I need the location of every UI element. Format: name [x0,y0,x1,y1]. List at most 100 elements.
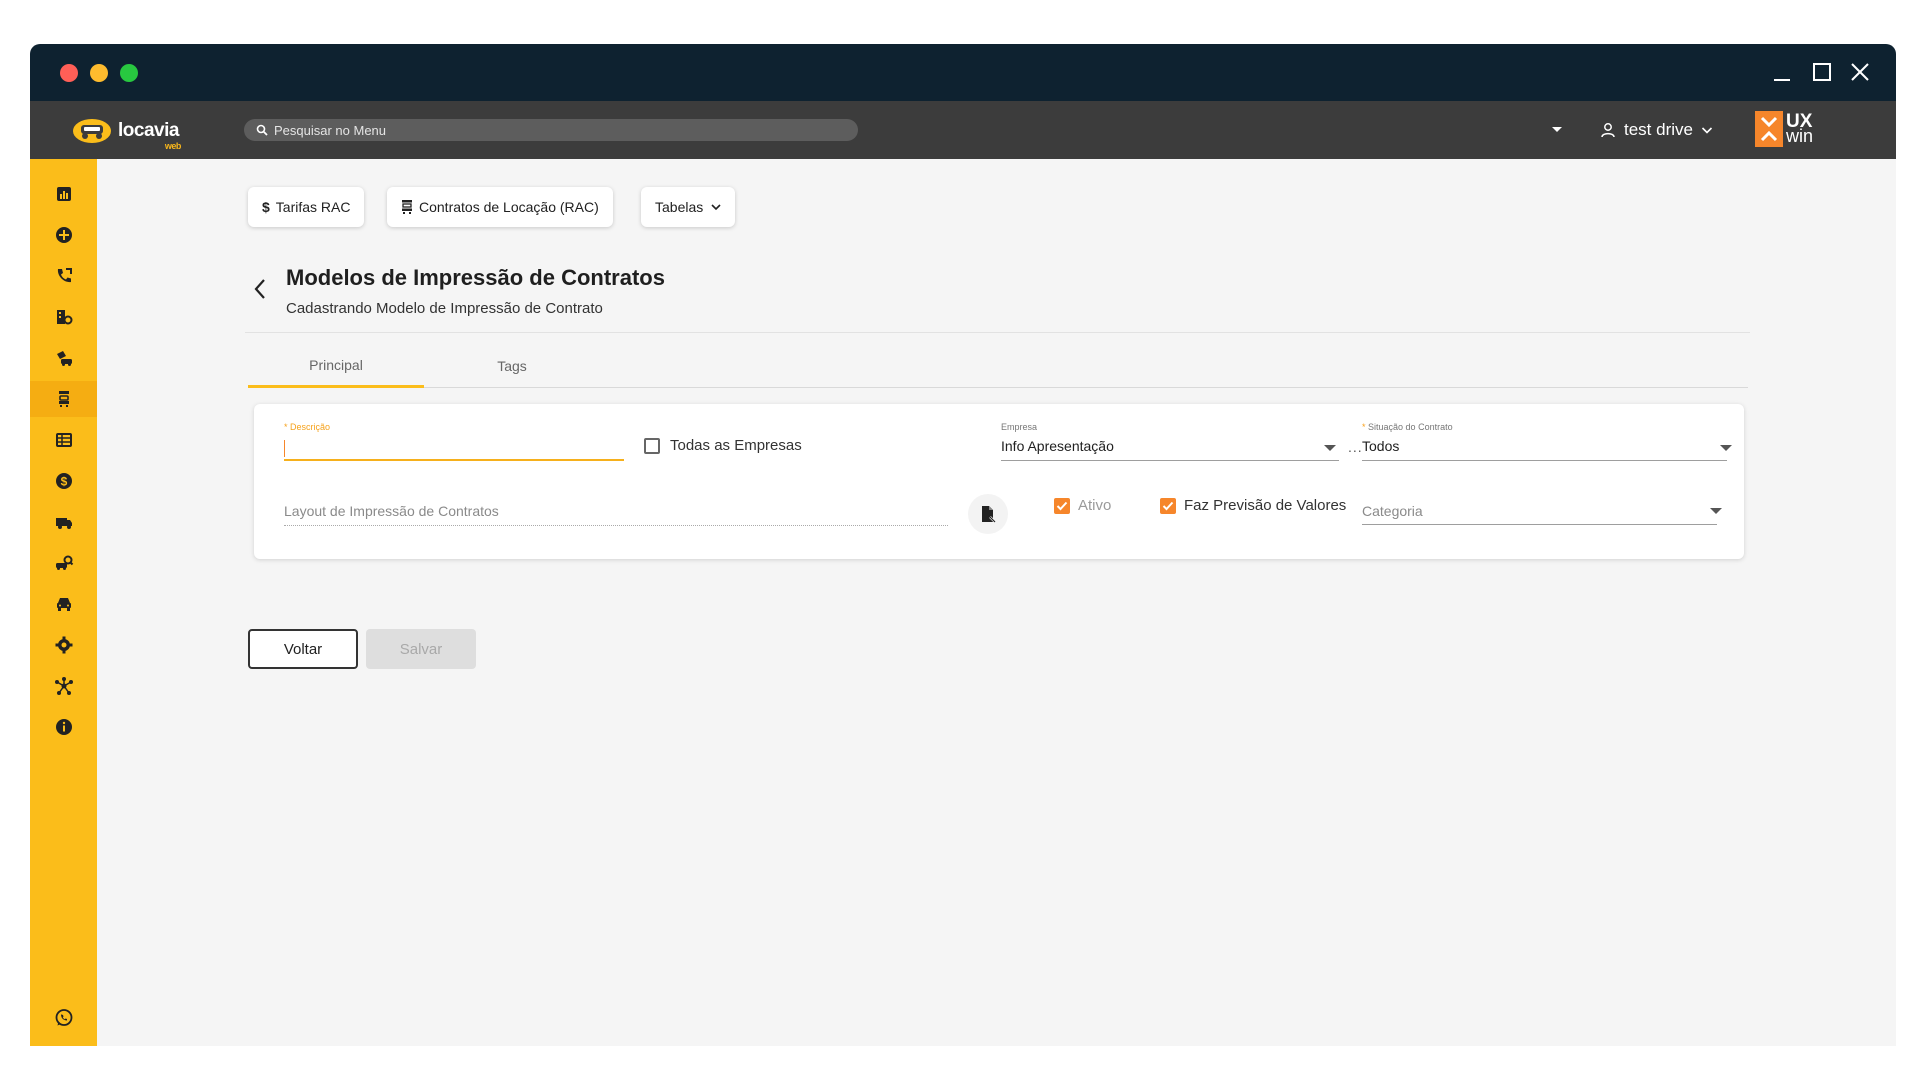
dollar-icon: $ [262,199,270,215]
page-subtitle: Cadastrando Modelo de Impressão de Contr… [286,300,603,317]
dollar-icon: $ [55,473,72,489]
close-icon[interactable] [1846,58,1874,86]
sidebar-item-integrations[interactable] [30,668,97,704]
ativo-checkbox[interactable] [1054,498,1070,514]
categoria-dropdown-icon[interactable] [1710,508,1722,514]
todas-empresas-label: Todas as Empresas [670,437,802,454]
uxwin-brand: UX win [1755,111,1813,147]
shortcut-label: Tarifas RAC [275,199,351,215]
tab-tags[interactable]: Tags [424,344,600,388]
app-window: locavia web Pesquisar no Menu test drive … [30,44,1896,1046]
sidebar-item-dashboard[interactable] [30,176,97,212]
sidebar-item-tables[interactable] [30,422,97,458]
sidebar-item-settings[interactable] [30,627,97,663]
voltar-button[interactable]: Voltar [248,629,358,669]
empresa-select[interactable] [1001,460,1339,461]
back-arrow-icon[interactable] [252,277,268,301]
shortcut-tarifas-rac[interactable]: $ Tarifas RAC [248,187,365,227]
sidebar-item-add[interactable] [30,217,97,253]
empresa-more-button[interactable]: ... [1348,439,1363,455]
required-mark: * [1362,422,1366,432]
layout-input[interactable] [284,525,948,526]
window-titlebar [30,44,1896,101]
tab-principal[interactable]: Principal [248,344,424,388]
info-icon [55,719,72,735]
close-window-dot[interactable] [60,64,78,82]
situacao-dropdown-icon[interactable] [1720,445,1732,451]
sidebar-item-whatsapp[interactable] [30,1000,97,1036]
shortcut-contratos-rac[interactable]: Contratos de Locação (RAC) [387,187,613,227]
salvar-label: Salvar [399,640,443,658]
header-dropdown-icon[interactable] [1550,123,1564,135]
sidebar-item-vehicle-search[interactable] [30,545,97,581]
network-icon [54,677,73,695]
car-search-icon [55,555,73,570]
logo-text: locavia [118,120,179,141]
shortcut-label: Tabelas [655,199,704,215]
situacao-label: Situação do Contrato [1368,422,1453,432]
sidebar-item-finance[interactable]: $ [30,463,97,499]
search-icon [256,124,268,136]
sidebar-item-rentals[interactable] [30,340,97,376]
maximize-window-dot[interactable] [120,64,138,82]
descricao-input[interactable] [284,459,624,461]
tab-label: Tags [497,358,527,374]
page-title: Modelos de Impressão de Contratos [286,265,665,290]
chart-icon [56,187,71,201]
shortcut-tabelas-dropdown[interactable]: Tabelas [641,187,736,227]
situacao-select[interactable] [1362,460,1727,461]
sidebar-item-contracts[interactable] [30,381,97,417]
maximize-icon[interactable] [1808,58,1836,86]
sidebar-item-info[interactable] [30,709,97,745]
sidebar-item-fleet[interactable] [30,504,97,540]
locavia-logo[interactable]: locavia web [72,116,181,151]
categoria-placeholder: Categoria [1362,503,1423,519]
empresa-dropdown-icon[interactable] [1324,445,1336,451]
car-icon [56,598,71,611]
car-rental-icon [56,351,72,366]
contracts-icon [58,391,69,407]
menu-search-input[interactable]: Pesquisar no Menu [244,119,858,141]
chevron-down-icon [1701,127,1713,134]
check-icon [1162,501,1174,511]
layout-file-button[interactable] [968,494,1008,534]
categoria-select[interactable] [1362,524,1717,525]
sidebar-item-companies[interactable] [30,299,97,335]
user-icon [1601,123,1615,138]
descricao-label: * Descrição [284,422,331,432]
sidebar-item-calls[interactable] [30,258,97,294]
sidebar-item-vehicles[interactable] [30,586,97,622]
locavia-logo-icon [73,119,111,143]
chevron-down-icon [711,204,721,211]
minimize-icon[interactable] [1768,58,1796,86]
user-menu[interactable]: test drive [1600,117,1721,143]
form-card: * Descrição Todas as Empresas Empresa In… [254,404,1744,559]
svg-text:$: $ [60,475,67,489]
whatsapp-icon [55,1009,72,1026]
search-placeholder: Pesquisar no Menu [274,122,387,138]
uxwin-logo-icon [1755,111,1783,147]
previsao-label: Faz Previsão de Valores [1184,497,1347,514]
text-cursor [284,440,285,457]
logo-subtext: web [164,141,182,151]
voltar-label: Voltar [283,640,323,658]
todas-empresas-checkbox[interactable] [644,438,660,454]
previsao-checkbox[interactable] [1160,498,1176,514]
phone-icon [57,268,72,283]
shortcut-label: Contratos de Locação (RAC) [419,199,599,215]
gear-icon [55,636,72,654]
empresa-label: Empresa [1001,422,1038,432]
add-circle-icon [55,227,72,243]
document-icon [982,506,996,523]
tab-label: Principal [309,356,363,373]
contracts-icon [402,200,412,214]
brand-win-text: win [1786,126,1814,146]
salvar-button[interactable]: Salvar [366,629,476,669]
table-icon [55,433,72,447]
empresa-value: Info Apresentação [1001,438,1114,454]
minimize-window-dot[interactable] [90,64,108,82]
layout-input-placeholder: Layout de Impressão de Contratos [284,503,499,519]
sidebar: $ [30,159,97,1046]
truck-icon [55,518,72,529]
ativo-label: Ativo [1078,497,1112,514]
